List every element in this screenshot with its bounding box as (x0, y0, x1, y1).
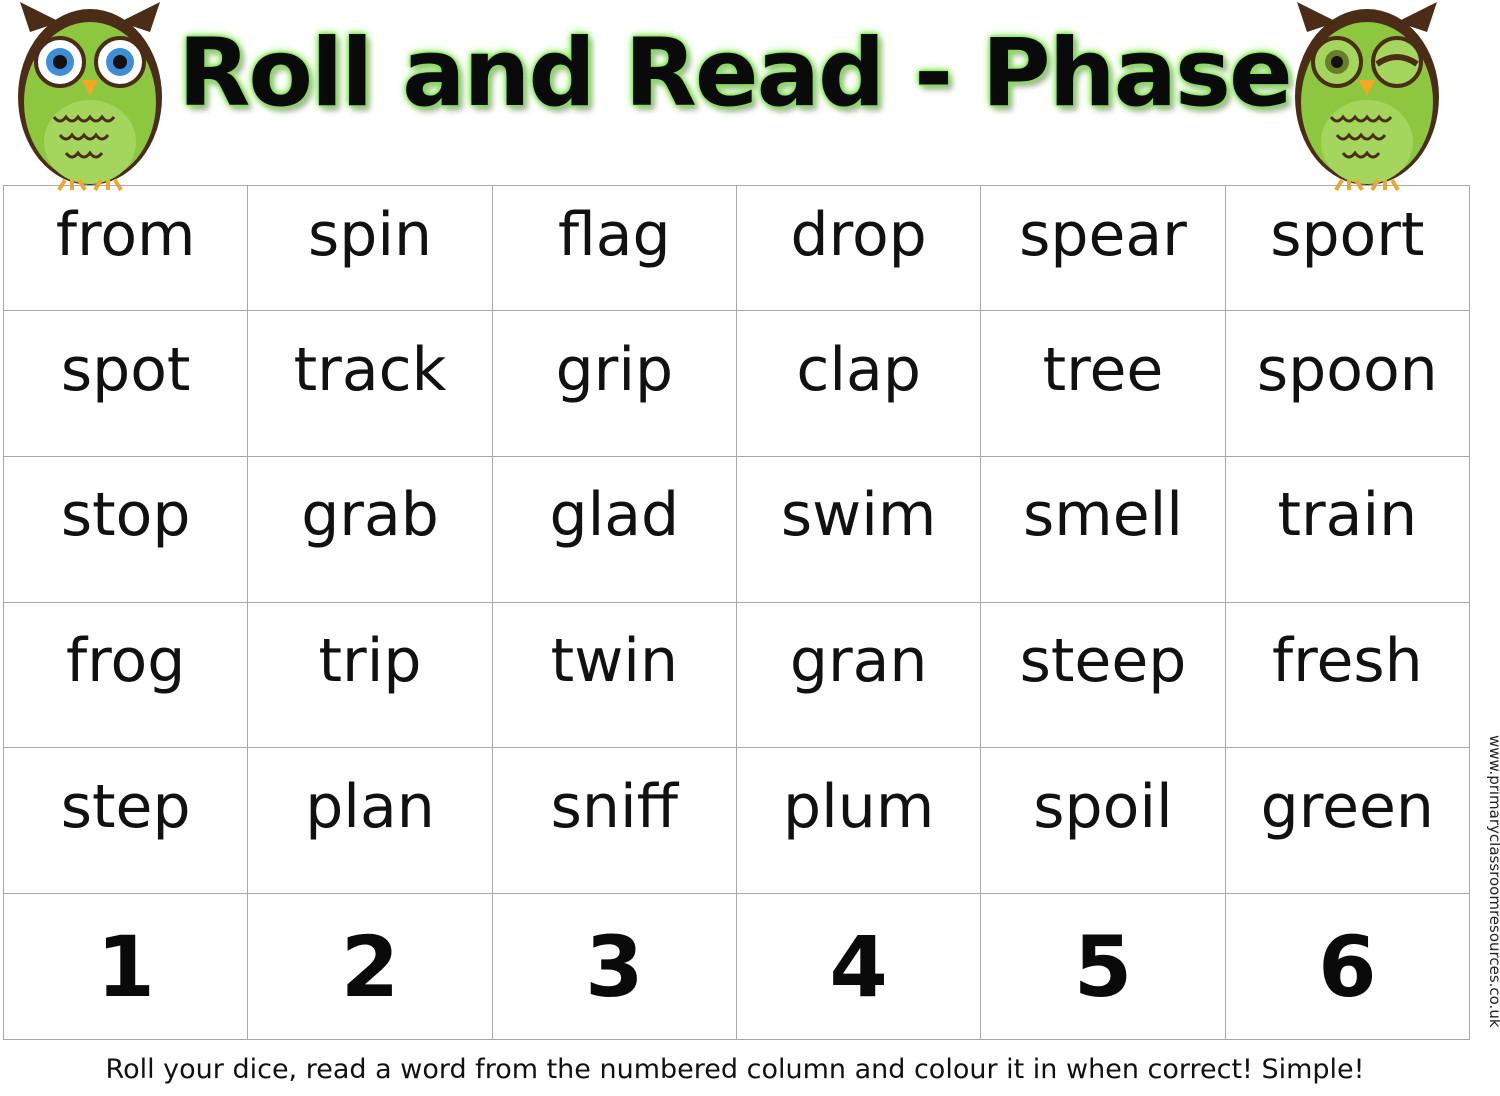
word-row-3: stop grab glad swim smell train (2, 455, 1471, 603)
column-number: 6 (1224, 893, 1471, 1040)
word-cell[interactable]: spoil (980, 747, 1226, 895)
word-cell[interactable]: trip (247, 601, 493, 749)
owl-right-icon (1295, 2, 1439, 192)
word-cell[interactable]: clap (735, 310, 982, 457)
word-cell[interactable]: track (247, 310, 493, 457)
word-cell[interactable]: twin (491, 601, 737, 749)
word-cell[interactable]: plum (735, 747, 982, 895)
word-cell[interactable]: gran (735, 601, 982, 749)
word-cell[interactable]: flag (491, 184, 737, 312)
column-number: 1 (2, 893, 249, 1040)
number-row: 1 2 3 4 5 6 (2, 893, 1471, 1040)
instructions-text: Roll your dice, read a word from the num… (105, 1054, 1365, 1085)
column-number: 2 (247, 893, 493, 1040)
word-cell[interactable]: stop (2, 455, 249, 603)
word-cell[interactable]: train (1224, 455, 1471, 603)
word-cell[interactable]: plan (247, 747, 493, 895)
word-cell[interactable]: green (1224, 747, 1471, 895)
word-cell[interactable]: glad (491, 455, 737, 603)
word-cell[interactable]: sniff (491, 747, 737, 895)
word-grid: from spin flag drop spear sport spot tra… (2, 184, 1471, 1040)
word-row-5: step plan sniff plum spoil green (2, 747, 1471, 895)
word-cell[interactable]: spoon (1224, 310, 1471, 457)
word-cell[interactable]: swim (735, 455, 982, 603)
word-cell[interactable]: spot (2, 310, 249, 457)
word-cell[interactable]: grip (491, 310, 737, 457)
word-cell[interactable]: smell (980, 455, 1226, 603)
word-cell[interactable]: tree (980, 310, 1226, 457)
word-cell[interactable]: fresh (1224, 601, 1471, 749)
word-cell[interactable]: spear (980, 184, 1226, 312)
website-credit: www.primaryclassroomresources.co.uk (1486, 735, 1500, 1028)
owl-left-icon (18, 2, 162, 192)
word-row-4: frog trip twin gran steep fresh (2, 601, 1471, 749)
word-cell[interactable]: grab (247, 455, 493, 603)
word-cell[interactable]: sport (1224, 184, 1471, 312)
word-cell[interactable]: frog (2, 601, 249, 749)
page-title: Roll and Read - Phase 4 (178, 19, 1387, 128)
word-cell[interactable]: steep (980, 601, 1226, 749)
column-number: 5 (980, 893, 1226, 1040)
word-cell[interactable]: spin (247, 184, 493, 312)
column-number: 3 (491, 893, 737, 1040)
word-cell[interactable]: step (2, 747, 249, 895)
word-row-2: spot track grip clap tree spoon (2, 310, 1471, 457)
word-cell[interactable]: drop (735, 184, 982, 312)
word-cell[interactable]: from (2, 184, 249, 312)
word-row-1: from spin flag drop spear sport (2, 184, 1471, 312)
column-number: 4 (735, 893, 982, 1040)
